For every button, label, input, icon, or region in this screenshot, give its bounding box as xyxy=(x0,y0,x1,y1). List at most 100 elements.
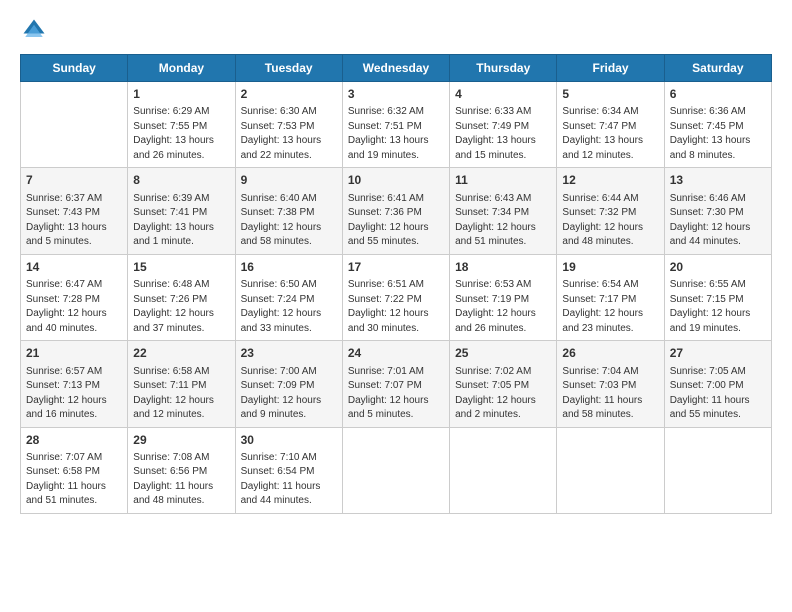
calendar-cell xyxy=(664,427,771,513)
cell-content: Sunrise: 6:44 AMSunset: 7:32 PMDaylight:… xyxy=(562,192,658,250)
cell-content: Sunrise: 6:30 AMSunset: 7:53 PMDaylight:… xyxy=(241,105,337,163)
day-number: 15 xyxy=(133,259,229,276)
calendar-cell: 29Sunrise: 7:08 AMSunset: 6:56 PMDayligh… xyxy=(128,427,235,513)
calendar-cell: 17Sunrise: 6:51 AMSunset: 7:22 PMDayligh… xyxy=(342,254,449,340)
day-number: 24 xyxy=(348,345,444,362)
calendar-cell: 20 Sunrise: 6:55 AMSunset: 7:15 PMDayligh… xyxy=(664,254,771,340)
calendar-cell: 7Sunrise: 6:37 AMSunset: 7:43 PMDaylight… xyxy=(21,168,128,254)
calendar-cell: 25Sunrise: 7:02 AMSunset: 7:05 PMDayligh… xyxy=(450,341,557,427)
cell-content: Sunrise: 7:04 AMSunset: 7:03 PMDaylight:… xyxy=(562,365,658,423)
calendar-cell: 21Sunrise: 6:57 AMSunset: 7:13 PMDayligh… xyxy=(21,341,128,427)
calendar-cell xyxy=(557,427,664,513)
calendar-cell: 15 Sunrise: 6:48 AMSunset: 7:26 PMDayligh… xyxy=(128,254,235,340)
calendar-cell: 10 Sunrise: 6:41 AMSunset: 7:36 PMDayligh… xyxy=(342,168,449,254)
cell-content: Sunrise: 6:36 AMSunset: 7:45 PMDaylight:… xyxy=(670,105,766,163)
calendar-cell: 2 Sunrise: 6:30 AMSunset: 7:53 PMDaylight… xyxy=(235,82,342,168)
week-row-5: 28 Sunrise: 7:07 AMSunset: 6:58 PMDayligh… xyxy=(21,427,772,513)
week-row-2: 7Sunrise: 6:37 AMSunset: 7:43 PMDaylight… xyxy=(21,168,772,254)
cell-content: Sunrise: 6:57 AMSunset: 7:13 PMDaylight:… xyxy=(26,365,122,423)
page-header xyxy=(20,16,772,44)
cell-content: Sunrise: 7:05 AMSunset: 7:00 PMDaylight:… xyxy=(670,365,766,423)
calendar-cell: 13 Sunrise: 6:46 AMSunset: 7:30 PMDayligh… xyxy=(664,168,771,254)
calendar-cell: 19 Sunrise: 6:54 AMSunset: 7:17 PMDayligh… xyxy=(557,254,664,340)
cell-content: Sunrise: 6:58 AMSunset: 7:11 PMDaylight:… xyxy=(133,365,229,423)
day-number: 3 xyxy=(348,86,444,103)
cell-content: Sunrise: 7:02 AMSunset: 7:05 PMDaylight:… xyxy=(455,365,551,423)
week-row-3: 14 Sunrise: 6:47 AMSunset: 7:28 PMDayligh… xyxy=(21,254,772,340)
calendar-cell: 22 Sunrise: 6:58 AMSunset: 7:11 PMDayligh… xyxy=(128,341,235,427)
day-number: 22 xyxy=(133,345,229,362)
day-number: 18 xyxy=(455,259,551,276)
day-number: 27 xyxy=(670,345,766,362)
day-number: 7 xyxy=(26,172,122,189)
header-thursday: Thursday xyxy=(450,55,557,82)
day-number: 13 xyxy=(670,172,766,189)
calendar-cell: 6 Sunrise: 6:36 AMSunset: 7:45 PMDaylight… xyxy=(664,82,771,168)
calendar-cell: 26 Sunrise: 7:04 AMSunset: 7:03 PMDayligh… xyxy=(557,341,664,427)
header-saturday: Saturday xyxy=(664,55,771,82)
calendar-cell: 5 Sunrise: 6:34 AMSunset: 7:47 PMDaylight… xyxy=(557,82,664,168)
calendar-cell xyxy=(342,427,449,513)
day-number: 29 xyxy=(133,432,229,449)
cell-content: Sunrise: 7:00 AMSunset: 7:09 PMDaylight:… xyxy=(241,365,337,423)
cell-content: Sunrise: 6:39 AMSunset: 7:41 PMDaylight:… xyxy=(133,192,229,250)
calendar-cell: 18 Sunrise: 6:53 AMSunset: 7:19 PMDayligh… xyxy=(450,254,557,340)
calendar-cell: 27 Sunrise: 7:05 AMSunset: 7:00 PMDayligh… xyxy=(664,341,771,427)
day-number: 17 xyxy=(348,259,444,276)
calendar-cell: 1Sunrise: 6:29 AMSunset: 7:55 PMDaylight… xyxy=(128,82,235,168)
cell-content: Sunrise: 6:53 AMSunset: 7:19 PMDaylight:… xyxy=(455,278,551,336)
day-number: 16 xyxy=(241,259,337,276)
day-number: 12 xyxy=(562,172,658,189)
day-number: 11 xyxy=(455,172,551,189)
calendar-header-row: SundayMondayTuesdayWednesdayThursdayFrid… xyxy=(21,55,772,82)
day-number: 23 xyxy=(241,345,337,362)
header-monday: Monday xyxy=(128,55,235,82)
calendar-cell: 14 Sunrise: 6:47 AMSunset: 7:28 PMDayligh… xyxy=(21,254,128,340)
day-number: 20 xyxy=(670,259,766,276)
cell-content: Sunrise: 6:48 AMSunset: 7:26 PMDaylight:… xyxy=(133,278,229,336)
day-number: 28 xyxy=(26,432,122,449)
calendar-cell: 30 Sunrise: 7:10 AMSunset: 6:54 PMDayligh… xyxy=(235,427,342,513)
day-number: 5 xyxy=(562,86,658,103)
cell-content: Sunrise: 6:41 AMSunset: 7:36 PMDaylight:… xyxy=(348,192,444,250)
day-number: 8 xyxy=(133,172,229,189)
cell-content: Sunrise: 6:55 AMSunset: 7:15 PMDaylight:… xyxy=(670,278,766,336)
header-wednesday: Wednesday xyxy=(342,55,449,82)
calendar-cell xyxy=(21,82,128,168)
calendar-cell: 8 Sunrise: 6:39 AMSunset: 7:41 PMDaylight… xyxy=(128,168,235,254)
calendar-cell xyxy=(450,427,557,513)
day-number: 30 xyxy=(241,432,337,449)
calendar-cell: 9Sunrise: 6:40 AMSunset: 7:38 PMDaylight… xyxy=(235,168,342,254)
calendar-cell: 23 Sunrise: 7:00 AMSunset: 7:09 PMDayligh… xyxy=(235,341,342,427)
week-row-1: 1Sunrise: 6:29 AMSunset: 7:55 PMDaylight… xyxy=(21,82,772,168)
cell-content: Sunrise: 6:46 AMSunset: 7:30 PMDaylight:… xyxy=(670,192,766,250)
header-sunday: Sunday xyxy=(21,55,128,82)
cell-content: Sunrise: 6:33 AMSunset: 7:49 PMDaylight:… xyxy=(455,105,551,163)
week-row-4: 21Sunrise: 6:57 AMSunset: 7:13 PMDayligh… xyxy=(21,341,772,427)
cell-content: Sunrise: 6:54 AMSunset: 7:17 PMDaylight:… xyxy=(562,278,658,336)
calendar-cell: 24 Sunrise: 7:01 AMSunset: 7:07 PMDayligh… xyxy=(342,341,449,427)
cell-content: Sunrise: 6:47 AMSunset: 7:28 PMDaylight:… xyxy=(26,278,122,336)
cell-content: Sunrise: 6:32 AMSunset: 7:51 PMDaylight:… xyxy=(348,105,444,163)
day-number: 14 xyxy=(26,259,122,276)
day-number: 6 xyxy=(670,86,766,103)
cell-content: Sunrise: 6:34 AMSunset: 7:47 PMDaylight:… xyxy=(562,105,658,163)
day-number: 26 xyxy=(562,345,658,362)
cell-content: Sunrise: 6:29 AMSunset: 7:55 PMDaylight:… xyxy=(133,105,229,163)
cell-content: Sunrise: 7:10 AMSunset: 6:54 PMDaylight:… xyxy=(241,451,337,509)
calendar-cell: 12 Sunrise: 6:44 AMSunset: 7:32 PMDayligh… xyxy=(557,168,664,254)
day-number: 4 xyxy=(455,86,551,103)
day-number: 19 xyxy=(562,259,658,276)
header-tuesday: Tuesday xyxy=(235,55,342,82)
cell-content: Sunrise: 6:50 AMSunset: 7:24 PMDaylight:… xyxy=(241,278,337,336)
cell-content: Sunrise: 7:01 AMSunset: 7:07 PMDaylight:… xyxy=(348,365,444,423)
day-number: 2 xyxy=(241,86,337,103)
cell-content: Sunrise: 7:07 AMSunset: 6:58 PMDaylight:… xyxy=(26,451,122,509)
logo-icon xyxy=(20,16,48,44)
day-number: 10 xyxy=(348,172,444,189)
day-number: 9 xyxy=(241,172,337,189)
logo xyxy=(20,16,52,44)
calendar-cell: 3 Sunrise: 6:32 AMSunset: 7:51 PMDaylight… xyxy=(342,82,449,168)
calendar-table: SundayMondayTuesdayWednesdayThursdayFrid… xyxy=(20,54,772,514)
header-friday: Friday xyxy=(557,55,664,82)
